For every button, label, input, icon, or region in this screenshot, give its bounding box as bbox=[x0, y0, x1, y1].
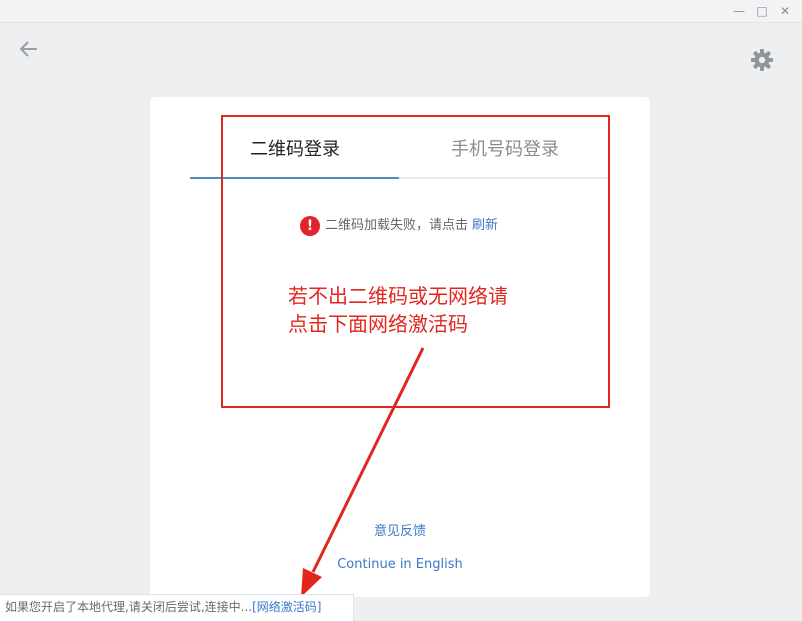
status-text: 如果您开启了本地代理,请关闭后尝试,连接中... bbox=[5, 600, 253, 614]
network-activation-code-link[interactable]: [网络激活码] bbox=[252, 600, 321, 614]
status-bar: 如果您开启了本地代理,请关闭后尝试,连接中...[网络激活码] bbox=[0, 594, 354, 621]
annotation-arrow bbox=[301, 347, 425, 597]
